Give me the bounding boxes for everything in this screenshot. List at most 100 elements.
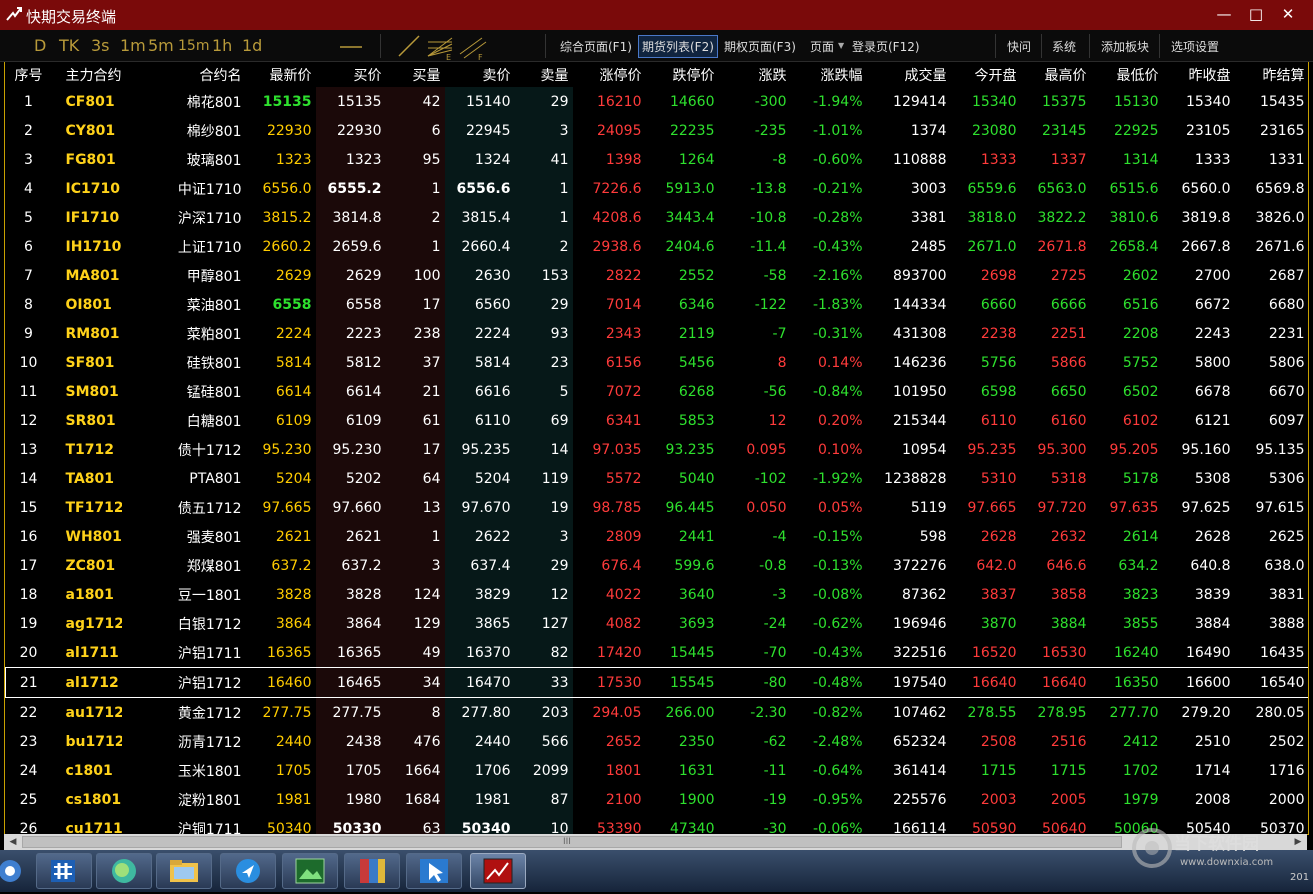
table-row[interactable]: 4 IC1710 中证1710 6556.0 6555.2 1 6556.6 1 7226.6 5… [6, 174, 1309, 203]
period-1m-button[interactable]: 1m [120, 36, 146, 55]
column-header[interactable]: 卖价 [445, 62, 515, 87]
table-row[interactable]: 25 cs1801 淀粉1801 1981 1980 1684 1981 87 2100 1900… [6, 785, 1309, 814]
table-cell: 17530 [572, 667, 646, 698]
table-row[interactable]: 16 WH801 强麦801 2621 2621 1 2622 3 2809 2441 -4 -0.1… [6, 522, 1309, 551]
table-cell: 沪铜1711 [177, 821, 242, 835]
taskbar-browser-icon[interactable] [96, 853, 152, 889]
table-cell: 20 [19, 644, 38, 661]
column-header[interactable]: 昨结算 [1235, 62, 1309, 87]
scrollbar-thumb[interactable]: III [22, 836, 1122, 848]
horizontal-line-tool-icon[interactable] [338, 34, 364, 62]
column-header[interactable]: 成交量 [867, 62, 951, 87]
trend-line-tool-icon[interactable] [396, 34, 422, 62]
nav-options-page[interactable]: 期权页面(F3) [724, 38, 796, 55]
taskbar-messenger-icon[interactable] [220, 853, 276, 889]
table-cell: 637.2 [271, 557, 312, 574]
table-row[interactable]: 7 MA801 甲醇801 2629 2629 100 2630 153 2822 2552 -58… [6, 261, 1309, 290]
column-header[interactable]: 今开盘 [951, 62, 1021, 87]
table-row[interactable]: 22 au1712 黄金1712 277.75 277.75 8 277.80 203 294.… [6, 697, 1309, 727]
period-d-button[interactable]: D [34, 36, 46, 55]
taskbar-cursor-tool-icon[interactable] [406, 853, 462, 889]
horizontal-scrollbar[interactable]: ◀ III ▶ [4, 834, 1307, 850]
column-header[interactable]: 涨跌 [719, 62, 791, 87]
period-15m-button[interactable]: 15m [178, 38, 209, 54]
column-header[interactable]: 买量 [386, 62, 445, 87]
table-row[interactable]: 11 SM801 锰硅801 6614 6614 21 6616 5 7072 6268 -56 -0… [6, 377, 1309, 406]
table-cell: 17 [385, 435, 445, 464]
table-row[interactable]: 6 IH1710 上证1710 2660.2 2659.6 1 2660.4 2 2938.6 2… [6, 232, 1309, 261]
taskbar-image-viewer-icon[interactable] [282, 853, 338, 889]
table-cell: cu1711 [65, 820, 122, 835]
table-row[interactable]: 8 OI801 菜油801 6558 6558 17 6560 29 7014 6346 -122-… [6, 290, 1309, 319]
table-row[interactable]: 5 IF1710 沪深1710 3815.2 3814.8 2 3815.4 1 4208.6 3… [6, 203, 1309, 232]
table-cell: 598 [919, 528, 947, 545]
column-header[interactable]: 买价 [316, 62, 386, 87]
period-1h-button[interactable]: 1h [212, 36, 232, 55]
table-cell: 6560.0 [1181, 180, 1231, 197]
nav-quick-ask[interactable]: 快问 [1007, 38, 1031, 55]
period-1d-button[interactable]: 1d [242, 36, 262, 55]
column-header[interactable]: 合约名 [122, 62, 246, 87]
column-header[interactable]: 跌停价 [646, 62, 719, 87]
table-row[interactable]: 15 TF1712 债五1712 97.665 97.660 13 97.670 19 98.7… [6, 493, 1309, 522]
table-row[interactable]: 13 T1712 债十1712 95.230 95.230 17 95.235 14 97.03… [6, 435, 1309, 464]
table-row[interactable]: 1 CF801 棉花801 15135 15135 42 15140 29 16210 14660… [6, 87, 1309, 116]
table-row[interactable]: 2 CY801 棉纱801 22930 22930 6 22945 3 24095 22235 -2… [6, 116, 1309, 145]
column-header[interactable]: 卖量 [515, 62, 573, 87]
table-cell: 22945 [444, 116, 515, 145]
column-header[interactable]: 最低价 [1091, 62, 1163, 87]
table-row[interactable]: 18 a1801 豆一1801 3828 3828 124 3829 12 4022 3640 -3… [6, 580, 1309, 609]
table-cell: 2622 [444, 522, 515, 551]
table-row[interactable]: 10 SF801 硅铁801 5814 5812 37 5814 23 6156 5456 8 0.1… [6, 348, 1309, 377]
table-cell: 2822 [605, 267, 642, 284]
column-header[interactable]: 涨跌幅 [791, 62, 867, 87]
period-5m-button[interactable]: 5m [148, 36, 174, 55]
table-row[interactable]: 21 al1712 沪铝1712 16460 16465 34 16470 33 17530 15… [5, 667, 1308, 698]
table-row[interactable]: 19 ag1712 白银1712 3864 3864 129 3865 127 4082 3693… [6, 609, 1309, 638]
table-row[interactable]: 3 FG801 玻璃801 1323 1323 95 1324 41 1398 1264 -8 -0.… [6, 145, 1309, 174]
maximize-button[interactable]: □ [1243, 3, 1269, 25]
column-header[interactable]: 最新价 [246, 62, 316, 87]
start-button-icon[interactable] [0, 852, 28, 890]
column-header[interactable]: 主力合约 [52, 62, 122, 87]
nav-add-board[interactable]: 添加板块 [1101, 38, 1149, 55]
table-row[interactable]: 9 RM801 菜粕801 2224 2223 238 2224 93 2343 2119 -7 -0… [6, 319, 1309, 348]
table-cell: 强麦801 [186, 529, 242, 546]
pages-dropdown-arrow-icon[interactable]: ▼ [838, 41, 844, 50]
table-row[interactable]: 12 SR801 白糖801 6109 6109 61 6110 69 6341 5853 12 0.… [6, 406, 1309, 435]
taskbar-app-grid-icon[interactable] [36, 853, 92, 889]
period-tick-button[interactable]: TK [59, 36, 79, 55]
nav-options-settings[interactable]: 选项设置 [1171, 38, 1219, 55]
table-cell: 硅铁801 [186, 355, 242, 372]
nav-futures-list[interactable]: 期货列表(F2) [638, 35, 718, 58]
column-header[interactable]: 最高价 [1021, 62, 1091, 87]
taskbar-folder-icon[interactable] [156, 853, 212, 889]
column-header[interactable]: 昨收盘 [1163, 62, 1235, 87]
table-cell: 豆一1801 [177, 587, 242, 604]
scroll-left-arrow-icon[interactable]: ◀ [6, 835, 20, 849]
table-row[interactable]: 17 ZC801 郑煤801 637.2 637.2 3 637.4 29 676.4 599.6… [6, 551, 1309, 580]
table-cell: -0.82% [812, 704, 863, 721]
fibonacci-fan-tool-icon[interactable]: E [426, 34, 456, 64]
table-row[interactable]: 20 al1711 沪铝1711 16365 16365 49 16370 82 17420 15… [6, 638, 1309, 668]
table-cell: -102 [754, 470, 787, 487]
nav-pages-dropdown[interactable]: 页面 [810, 38, 834, 55]
table-row[interactable]: 14 TA801 PTA801 5204 5202 64 5204 119 5572 5040 -1… [6, 464, 1309, 493]
table-row[interactable]: 26 cu1711 沪铜1711 50340 50330 63 50340 10 53390 47… [6, 814, 1309, 835]
column-header[interactable]: 涨停价 [573, 62, 646, 87]
table-row[interactable]: 23 bu1712 沥青1712 2440 2438 476 2440 566 2652 2350… [6, 727, 1309, 756]
column-header[interactable]: 序号 [6, 62, 52, 87]
minimize-button[interactable]: — [1211, 3, 1237, 25]
period-3s-button[interactable]: 3s [91, 36, 110, 55]
nav-system[interactable]: 系统 [1052, 38, 1076, 55]
table-row[interactable]: 24 c1801 玉米1801 1705 1705 1664 1706 2099 1801 163… [6, 756, 1309, 785]
close-button[interactable]: ✕ [1275, 3, 1301, 25]
taskbar-kuaiqi-trading-icon[interactable] [470, 853, 526, 889]
table-cell: 16350 [1090, 667, 1163, 698]
table-cell: 6097 [1268, 412, 1305, 429]
parallel-channel-tool-icon[interactable]: F [458, 34, 488, 64]
table-cell: 4 [24, 180, 33, 197]
nav-overview-page[interactable]: 综合页面(F1) [560, 38, 632, 55]
nav-login-page[interactable]: 登录页(F12) [852, 38, 920, 55]
taskbar-archive-icon[interactable] [344, 853, 400, 889]
